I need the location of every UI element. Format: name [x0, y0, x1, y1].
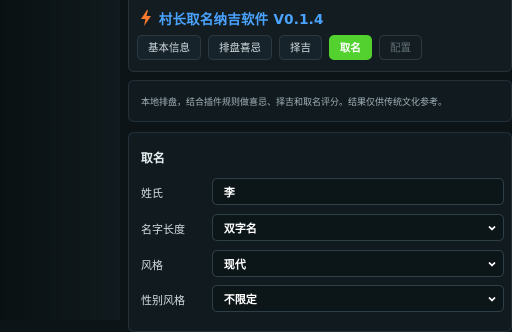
title-row: 村长取名纳吉软件 V0.1.4	[140, 9, 324, 28]
main-panel: 村长取名纳吉软件 V0.1.4 基本信息 排盘喜忌 择吉 取名 配置 本地排盘，…	[128, 0, 512, 332]
header-card: 村长取名纳吉软件 V0.1.4 基本信息 排盘喜忌 择吉 取名 配置	[128, 0, 512, 72]
tab-bar: 基本信息 排盘喜忌 择吉 取名 配置	[137, 35, 422, 60]
surname-value: 李	[224, 185, 235, 199]
surname-label: 姓氏	[141, 187, 163, 200]
tab-auspicious-date[interactable]: 择吉	[279, 35, 322, 60]
style-value: 现代	[224, 257, 246, 271]
chevron-down-icon	[488, 296, 496, 302]
tab-basic-info[interactable]: 基本信息	[137, 35, 201, 60]
info-note-text: 本地排盘，结合插件规则做喜忌、择吉和取名评分。结果仅供传统文化参考。	[141, 98, 448, 108]
name-length-label: 名字长度	[141, 223, 185, 236]
style-label: 风格	[141, 259, 163, 272]
gender-style-select[interactable]: 不限定	[212, 285, 504, 312]
tab-config[interactable]: 配置	[379, 35, 422, 60]
naming-form-card: 取名 姓氏 李 名字长度 双字名 风格 现代 性别风格 不限定	[128, 132, 512, 332]
form-title: 取名	[141, 151, 166, 165]
style-select[interactable]: 现代	[212, 250, 504, 277]
chevron-down-icon	[488, 225, 496, 231]
lightning-icon	[141, 10, 151, 26]
name-length-value: 双字名	[224, 221, 257, 235]
app-title: 村长取名纳吉软件 V0.1.4	[159, 12, 324, 28]
surname-input[interactable]: 李	[212, 178, 504, 205]
tab-naming[interactable]: 取名	[329, 35, 372, 60]
gender-style-label: 性别风格	[141, 294, 185, 307]
chevron-down-icon	[488, 261, 496, 267]
tab-chart-favorable[interactable]: 排盘喜忌	[208, 35, 272, 60]
info-note-card: 本地排盘，结合插件规则做喜忌、择吉和取名评分。结果仅供传统文化参考。	[128, 80, 512, 122]
name-length-select[interactable]: 双字名	[212, 214, 504, 241]
gender-style-value: 不限定	[224, 292, 257, 306]
left-sidebar-area	[0, 0, 120, 320]
